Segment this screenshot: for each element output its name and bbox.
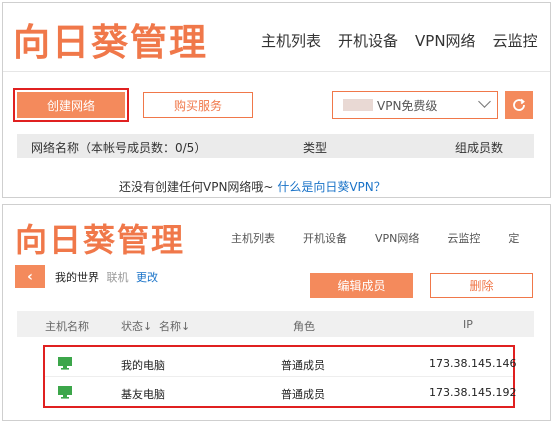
network-status: 联机 [106, 271, 129, 284]
col-name-sort[interactable]: 名称↓ [159, 318, 190, 334]
computer-online-icon [58, 357, 72, 370]
rename-link[interactable]: 更改 [136, 271, 158, 284]
nav-host-list[interactable]: 主机列表 [261, 30, 321, 51]
brand-logo: 向日葵管理 [15, 221, 186, 259]
member-ip: 173.38.145.146 [429, 357, 517, 370]
network-name: 我的世界 [55, 271, 99, 284]
computer-online-icon [58, 386, 72, 399]
table-row[interactable]: 基友电脑 普通成员 173.38.145.192 [45, 378, 517, 406]
col-ip: IP [463, 318, 473, 331]
nav-cloud-monitor[interactable]: 云监控 [493, 30, 538, 51]
delete-network-button[interactable]: 删除 [430, 273, 533, 298]
network-table-header: 网络名称（本帐号成员数：0/5） 类型 组成员数 [17, 134, 534, 158]
col-status-sort[interactable]: 状态↓ [121, 318, 152, 334]
nav-vpn-network[interactable]: VPN网络 [415, 30, 476, 51]
nav-vpn-network[interactable]: VPN网络 [375, 230, 419, 246]
plan-select[interactable]: VPN免费级 [332, 91, 498, 119]
top-nav: 主机列表 开机设备 VPN网络 云监控 [261, 30, 550, 51]
col-type: 类型 [303, 141, 328, 155]
member-name: 我的电脑 [121, 359, 165, 372]
nav-cloud-monitor[interactable]: 云监控 [447, 230, 480, 246]
chevron-left-icon: ‹ [27, 268, 33, 285]
col-host-name: 主机名称 [45, 320, 89, 333]
redacted-text [343, 99, 373, 111]
refresh-icon [513, 98, 525, 111]
create-network-highlight: 创建网络 [13, 88, 129, 122]
member-name: 基友电脑 [121, 388, 165, 401]
nav-boot-devices[interactable]: 开机设备 [303, 230, 347, 246]
table-row[interactable]: 我的电脑 普通成员 173.38.145.146 [45, 349, 517, 377]
member-role: 普通成员 [281, 388, 325, 401]
plan-select-value: VPN免费级 [377, 98, 438, 113]
header-divider [3, 71, 550, 72]
members-table-header: 主机名称 状态↓ 名称↓ 角色 IP [17, 311, 534, 337]
nav-host-list[interactable]: 主机列表 [231, 230, 275, 246]
members-highlight: 我的电脑 普通成员 173.38.145.146 基友电脑 普通成员 173.3… [43, 345, 517, 408]
col-network-name: 网络名称（本帐号成员数：0/5） [31, 141, 207, 155]
col-member-count: 组成员数 [455, 141, 504, 155]
vpn-help-link[interactable]: 什么是向日葵VPN？ [277, 180, 385, 194]
buy-service-button[interactable]: 购买服务 [143, 92, 253, 118]
brand-logo: 向日葵管理 [13, 21, 208, 64]
empty-state-message: 还没有创建任何VPN网络哦~ 什么是向日葵VPN？ [119, 178, 386, 195]
nav-truncated[interactable]: 定 [508, 230, 519, 246]
edit-members-button[interactable]: 编辑成员 [310, 273, 413, 298]
vpn-list-panel: 向日葵管理 主机列表 开机设备 VPN网络 云监控 创建网络 购买服务 VPN免… [2, 2, 551, 198]
vpn-detail-panel: 向日葵管理 主机列表 开机设备 VPN网络 云监控 定 ‹ 我的世界 联机 更改… [2, 204, 551, 421]
member-ip: 173.38.145.192 [429, 386, 517, 399]
col-role: 角色 [293, 320, 315, 333]
nav-boot-devices[interactable]: 开机设备 [338, 30, 398, 51]
refresh-button[interactable] [505, 91, 533, 119]
empty-state-text: 还没有创建任何VPN网络哦~ [119, 180, 274, 194]
member-role: 普通成员 [281, 359, 325, 372]
back-button[interactable]: ‹ [15, 265, 45, 288]
row-divider [45, 376, 513, 377]
chevron-down-icon [478, 95, 491, 108]
network-info: 我的世界 联机 更改 [55, 269, 158, 285]
create-network-button[interactable]: 创建网络 [17, 92, 125, 118]
top-nav: 主机列表 开机设备 VPN网络 云监控 定 [231, 230, 547, 246]
